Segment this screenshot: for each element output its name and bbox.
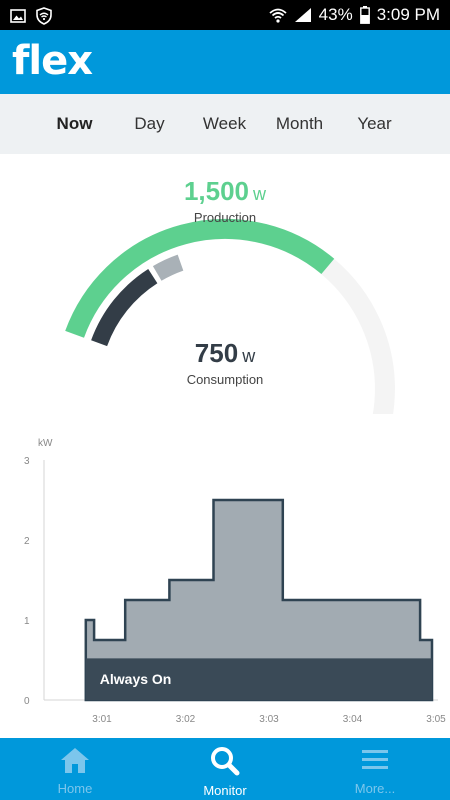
x-tick-label: 3:02 (176, 714, 196, 725)
production-unit: w (253, 184, 267, 204)
y-tick-label: 2 (24, 536, 30, 547)
period-tabs: Now Day Week Month Year (0, 94, 450, 154)
production-reading: 1,500 w (0, 176, 450, 207)
consumption-reading: 750 w (0, 338, 450, 369)
power-gauge: 1,500 w Production 750 w Consumption (0, 154, 450, 414)
power-chart: kW 0 1 2 3 3:01 3:02 3:03 3:04 3:05 Always On (0, 430, 450, 730)
tab-month[interactable]: Month (262, 114, 337, 134)
nav-home[interactable]: Home (0, 738, 150, 800)
flex-logo: flex (12, 38, 93, 84)
app-header: flex (0, 30, 450, 94)
nav-more[interactable]: More... (300, 738, 450, 800)
y-tick-label: 1 (24, 616, 30, 627)
clock: 3:09 PM (376, 5, 440, 24)
battery-icon (359, 6, 370, 24)
x-tick-label: 3:03 (259, 714, 279, 725)
consumption-unit: w (242, 346, 256, 366)
search-icon (211, 747, 240, 776)
nav-home-label: Home (57, 781, 93, 796)
x-tick-label: 3:04 (343, 714, 363, 725)
y-axis-label: kW (38, 438, 53, 449)
chart-canvas: kW 0 1 2 3 3:01 3:02 3:03 3:04 3:05 Always On (24, 438, 446, 725)
nav-more-label: More... (354, 781, 396, 796)
image-icon (10, 9, 26, 23)
x-tick-label: 3:01 (92, 714, 112, 725)
tab-year[interactable]: Year (337, 114, 412, 134)
tab-week[interactable]: Week (187, 114, 262, 134)
wifi-icon (269, 8, 287, 23)
nav-monitor-label: Monitor (203, 783, 247, 798)
consumption-label: Consumption (186, 372, 264, 387)
always-on-arc (152, 254, 184, 281)
tab-now[interactable]: Now (37, 114, 112, 134)
shield-icon (36, 7, 52, 25)
production-value: 1,500 (183, 176, 250, 206)
consumption-value: 750 (194, 338, 239, 368)
always-on-label: Always On (100, 671, 172, 687)
tab-day[interactable]: Day (112, 114, 187, 134)
bottom-nav: Home Monitor More... (0, 738, 450, 800)
x-tick-label: 3:05 (426, 714, 446, 725)
status-right: 43% 3:09 PM (269, 5, 440, 25)
nav-monitor[interactable]: Monitor (150, 738, 300, 800)
status-left (10, 7, 52, 25)
battery-percent: 43% (318, 5, 353, 24)
y-tick-label: 0 (24, 696, 30, 707)
menu-icon (362, 750, 388, 769)
signal-icon (294, 8, 311, 22)
production-label: Production (193, 210, 257, 225)
home-icon (61, 748, 89, 773)
y-tick-label: 3 (24, 456, 30, 467)
status-bar: 43% 3:09 PM (0, 0, 450, 30)
